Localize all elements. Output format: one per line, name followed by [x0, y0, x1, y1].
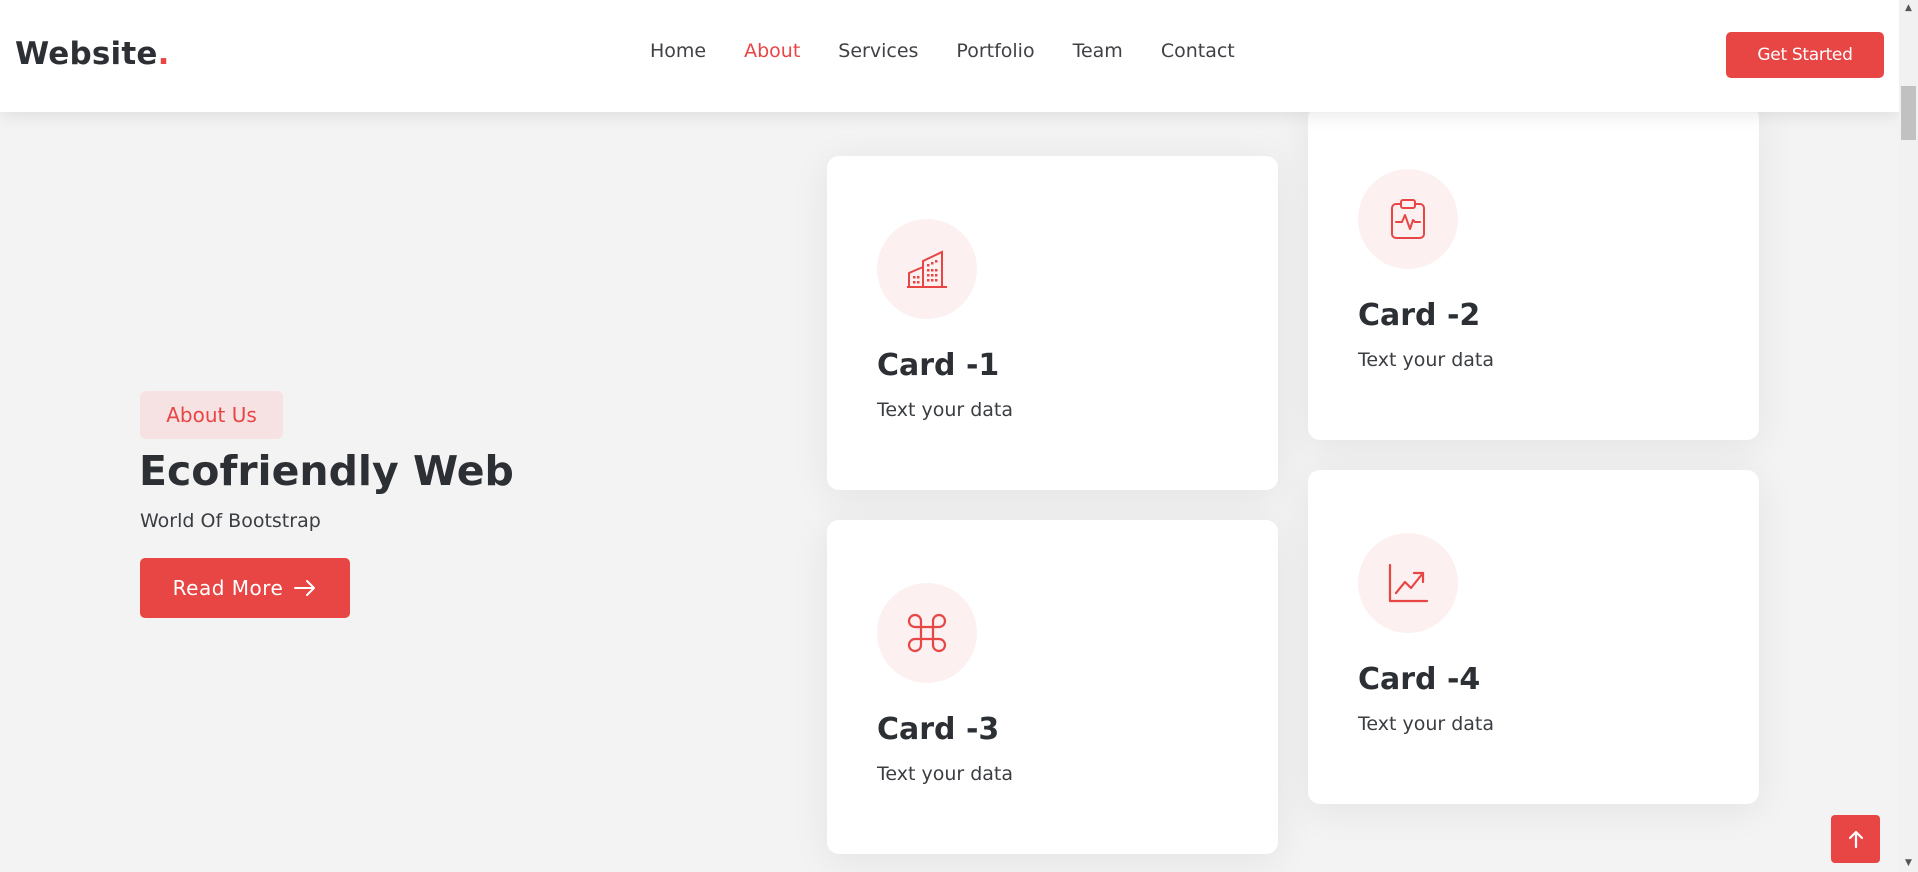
- card-title: Card -2: [1358, 298, 1481, 333]
- nav-item-about[interactable]: About: [744, 40, 800, 62]
- about-badge: About Us: [140, 391, 283, 439]
- card-icon-container: [1358, 533, 1458, 633]
- logo-text: Website: [15, 36, 158, 72]
- buildings-icon: [907, 250, 947, 288]
- card-3: Card -3 Text your data: [827, 520, 1278, 854]
- nav-item-portfolio[interactable]: Portfolio: [956, 40, 1034, 62]
- nav-item-team[interactable]: Team: [1073, 40, 1123, 62]
- logo-dot: .: [157, 36, 170, 72]
- read-more-label: Read More: [172, 576, 284, 600]
- site-header: Website. Home About Services Portfolio T…: [0, 0, 1899, 112]
- card-text: Text your data: [877, 763, 1014, 785]
- scroll-up-arrow-icon[interactable]: ▲: [1899, 0, 1918, 17]
- nav-item-contact[interactable]: Contact: [1161, 40, 1235, 62]
- card-icon-container: [877, 583, 977, 683]
- main-nav: Home About Services Portfolio Team Conta…: [650, 40, 1235, 62]
- card-icon-container: [1358, 169, 1458, 269]
- card-4: Card -4 Text your data: [1308, 470, 1759, 804]
- card-2: Card -2 Text your data: [1308, 106, 1759, 440]
- command-icon: [907, 613, 947, 653]
- card-title: Card -1: [877, 348, 1000, 383]
- page-scrollbar[interactable]: ▲ ▼: [1899, 0, 1918, 872]
- hero-title: Ecofriendly Web: [139, 447, 514, 495]
- clipboard-pulse-icon: [1391, 199, 1425, 239]
- card-title: Card -4: [1358, 662, 1481, 697]
- arrow-up-icon: [1848, 830, 1863, 849]
- card-icon-container: [877, 219, 977, 319]
- hero-subtitle: World Of Bootstrap: [140, 510, 321, 532]
- get-started-button[interactable]: Get Started: [1726, 32, 1884, 78]
- card-text: Text your data: [877, 399, 1014, 421]
- nav-item-home[interactable]: Home: [650, 40, 706, 62]
- nav-item-services[interactable]: Services: [838, 40, 918, 62]
- scrollbar-thumb[interactable]: [1901, 86, 1916, 140]
- card-title: Card -3: [877, 712, 1000, 747]
- card-text: Text your data: [1358, 349, 1495, 371]
- scroll-down-arrow-icon[interactable]: ▼: [1899, 855, 1918, 872]
- card-text: Text your data: [1358, 713, 1495, 735]
- read-more-button[interactable]: Read More: [140, 558, 350, 618]
- site-logo[interactable]: Website.: [15, 36, 170, 72]
- card-1: Card -1 Text your data: [827, 156, 1278, 490]
- graph-up-arrow-icon: [1388, 563, 1429, 603]
- back-to-top-button[interactable]: [1831, 815, 1880, 863]
- arrow-right-icon: [294, 580, 316, 596]
